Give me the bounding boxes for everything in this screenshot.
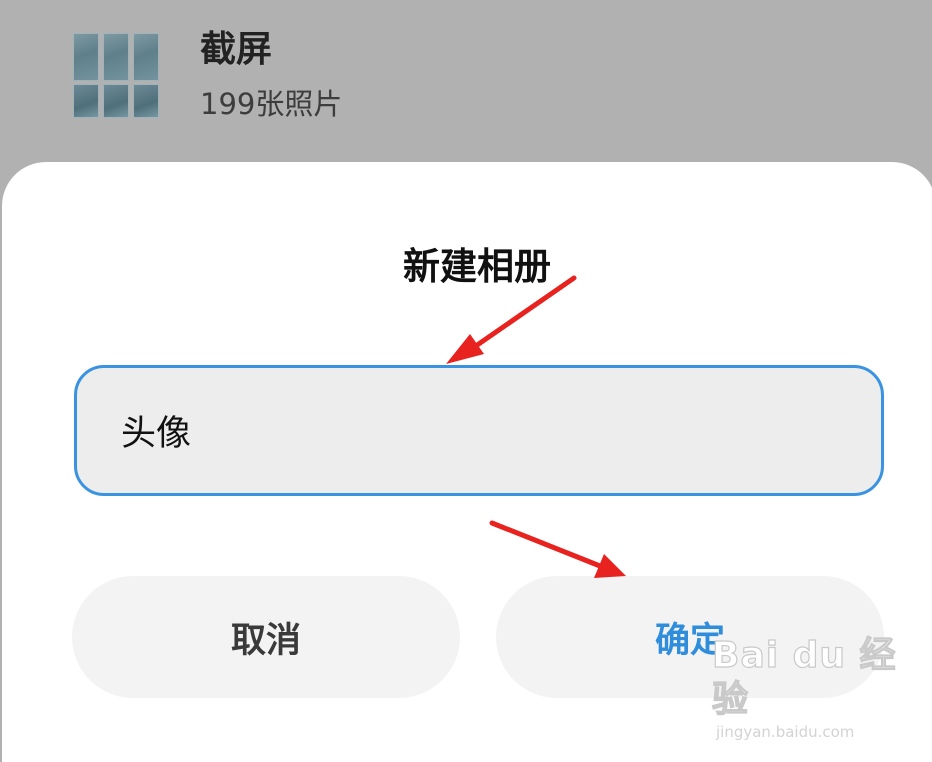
thumbnail-tile: [103, 84, 129, 118]
cancel-button[interactable]: 取消: [72, 576, 460, 698]
album-name-field[interactable]: [74, 365, 884, 496]
album-list-item[interactable]: 截屏 199张照片: [0, 0, 932, 165]
watermark-logo: Bai du 经验: [711, 634, 897, 720]
watermark-url: jingyan.baidu.com: [716, 723, 855, 741]
album-name-input[interactable]: [121, 410, 821, 451]
dialog-title: 新建相册: [403, 245, 551, 288]
album-photo-count: 199张照片: [200, 87, 343, 121]
thumbnail-tile: [103, 33, 129, 81]
thumbnail-tile: [73, 84, 99, 118]
thumbnail-tile: [133, 33, 159, 81]
album-name: 截屏: [200, 29, 273, 70]
baidu-jingyan-watermark: Bai du 经验 jingyan.baidu.com: [711, 634, 922, 741]
thumbnail-tile: [133, 84, 159, 118]
thumbnail-tile: [73, 33, 99, 81]
album-thumbnail: [73, 33, 159, 118]
